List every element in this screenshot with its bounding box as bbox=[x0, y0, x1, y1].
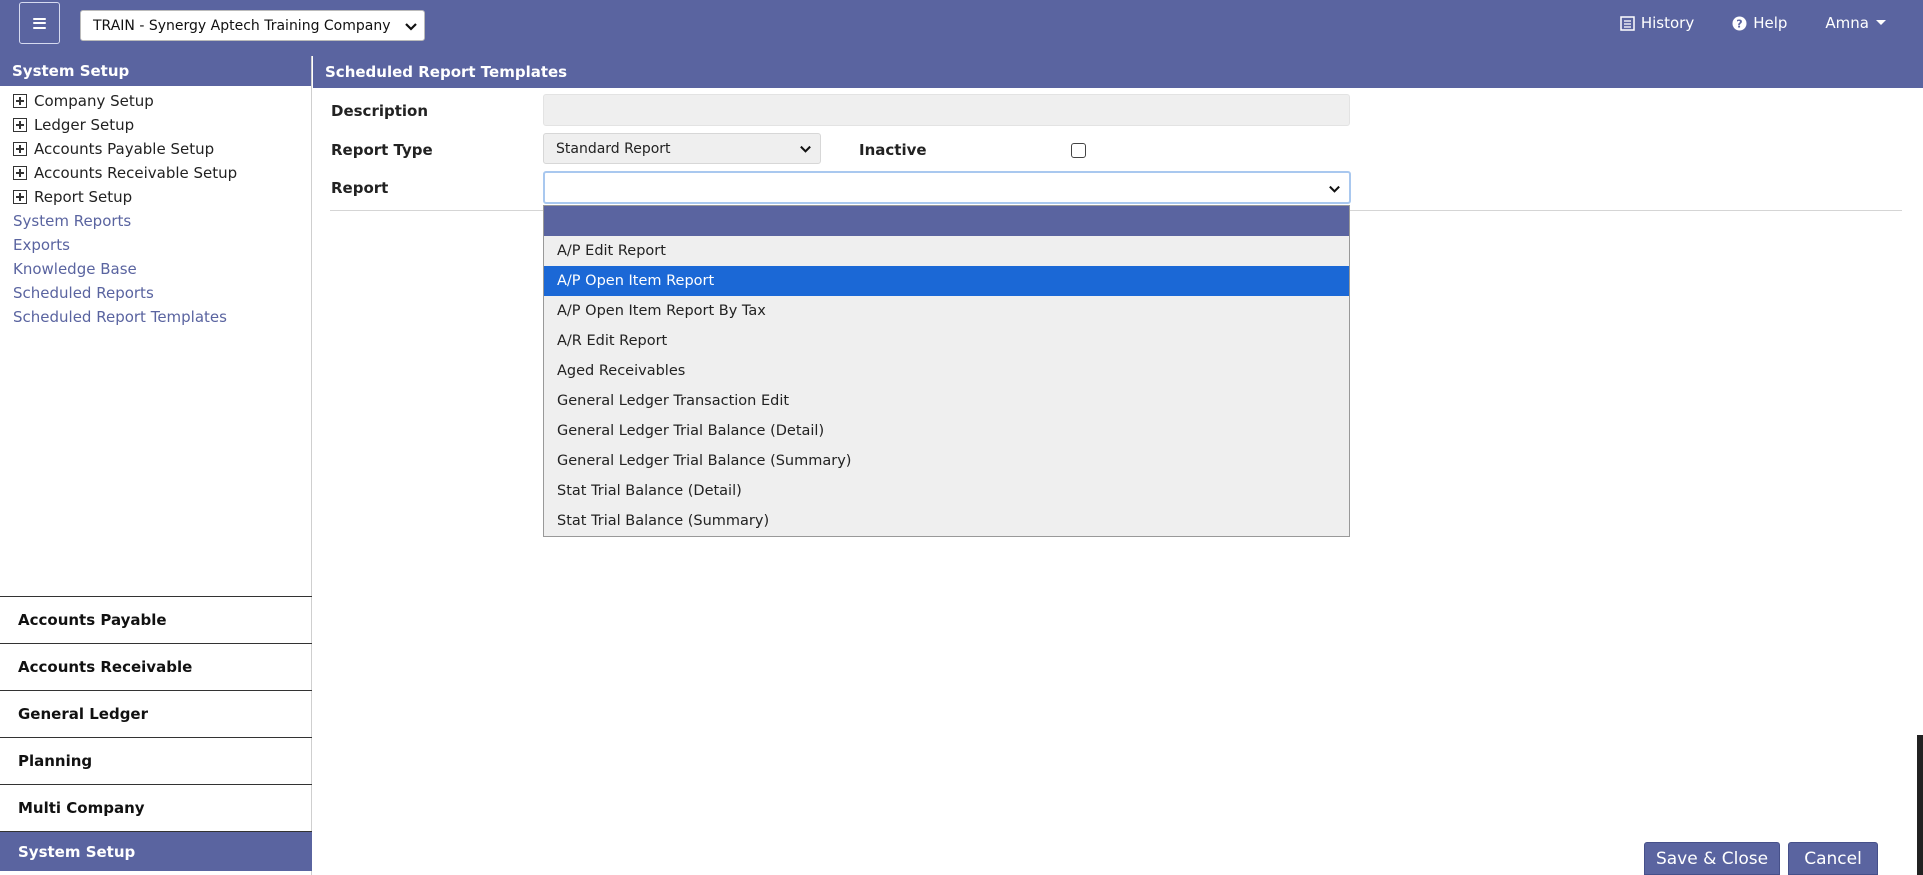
sidebar-link-scheduled-reports[interactable]: Scheduled Reports bbox=[0, 281, 311, 305]
inactive-checkbox[interactable] bbox=[1071, 143, 1086, 158]
report-label: Report bbox=[331, 179, 389, 197]
report-type-label: Report Type bbox=[331, 141, 433, 159]
module-accounts-payable[interactable]: Accounts Payable bbox=[0, 596, 312, 643]
chevron-down-icon bbox=[405, 23, 417, 31]
tree-item-ledger-setup[interactable]: Ledger Setup bbox=[0, 113, 311, 137]
report-dropdown-list: A/P Edit Report A/P Open Item Report A/P… bbox=[543, 205, 1350, 537]
dropdown-option[interactable]: General Ledger Trial Balance (Summary) bbox=[544, 446, 1349, 476]
tree-item-label: Company Setup bbox=[34, 92, 154, 110]
caret-down-icon bbox=[1876, 20, 1886, 25]
dropdown-empty-option[interactable] bbox=[544, 206, 1349, 236]
svg-text:?: ? bbox=[1737, 17, 1743, 30]
sidebar-title: System Setup bbox=[0, 56, 311, 86]
report-select[interactable] bbox=[543, 171, 1351, 204]
module-planning[interactable]: Planning bbox=[0, 737, 312, 784]
report-type-value: Standard Report bbox=[556, 140, 671, 157]
cancel-button[interactable]: Cancel bbox=[1788, 842, 1878, 875]
tree-item-accounts-receivable-setup[interactable]: Accounts Receivable Setup bbox=[0, 161, 311, 185]
tree-item-accounts-payable-setup[interactable]: Accounts Payable Setup bbox=[0, 137, 311, 161]
module-multi-company[interactable]: Multi Company bbox=[0, 784, 312, 831]
module-system-setup[interactable]: System Setup bbox=[0, 831, 312, 871]
expand-icon[interactable] bbox=[13, 94, 27, 108]
sidebar-link-knowledge-base[interactable]: Knowledge Base bbox=[0, 257, 311, 281]
sidebar-link-system-reports[interactable]: System Reports bbox=[0, 209, 311, 233]
user-name: Amna bbox=[1825, 14, 1869, 32]
help-label: Help bbox=[1753, 14, 1788, 32]
hamburger-menu-button[interactable] bbox=[19, 2, 60, 44]
company-select[interactable]: TRAIN - Synergy Aptech Training Company bbox=[80, 10, 425, 41]
top-links: History ? Help Amna bbox=[1620, 14, 1887, 32]
expand-icon[interactable] bbox=[13, 118, 27, 132]
help-icon: ? bbox=[1732, 16, 1747, 30]
tree-item-company-setup[interactable]: Company Setup bbox=[0, 89, 311, 113]
hamburger-icon bbox=[33, 17, 46, 29]
history-label: History bbox=[1640, 14, 1695, 32]
chevron-down-icon bbox=[1329, 185, 1340, 193]
description-label: Description bbox=[331, 102, 429, 120]
module-nav: Accounts Payable Accounts Receivable Gen… bbox=[0, 596, 312, 871]
top-bar: TRAIN - Synergy Aptech Training Company … bbox=[0, 0, 1923, 56]
dropdown-option[interactable]: A/P Open Item Report By Tax bbox=[544, 296, 1349, 326]
sidebar-tree: Company Setup Ledger Setup Accounts Paya… bbox=[0, 86, 311, 329]
history-link[interactable]: History bbox=[1620, 14, 1694, 32]
sidebar: System Setup Company Setup Ledger Setup … bbox=[0, 56, 312, 875]
tree-item-label: Report Setup bbox=[34, 188, 133, 206]
expand-icon[interactable] bbox=[13, 142, 27, 156]
dropdown-option[interactable]: Stat Trial Balance (Summary) bbox=[544, 506, 1349, 536]
dropdown-option[interactable]: General Ledger Transaction Edit bbox=[544, 386, 1349, 416]
sidebar-link-exports[interactable]: Exports bbox=[0, 233, 311, 257]
dropdown-option[interactable]: Stat Trial Balance (Detail) bbox=[544, 476, 1349, 506]
dropdown-option[interactable]: General Ledger Trial Balance (Detail) bbox=[544, 416, 1349, 446]
scrollbar[interactable] bbox=[1917, 735, 1923, 875]
user-menu[interactable]: Amna bbox=[1825, 14, 1887, 32]
help-link[interactable]: ? Help bbox=[1732, 14, 1787, 32]
chevron-down-icon bbox=[800, 145, 811, 153]
dropdown-option[interactable]: Aged Receivables bbox=[544, 356, 1349, 386]
dropdown-option-highlighted[interactable]: A/P Open Item Report bbox=[544, 266, 1349, 296]
tree-item-label: Accounts Receivable Setup bbox=[34, 164, 238, 182]
sidebar-link-scheduled-report-templates[interactable]: Scheduled Report Templates bbox=[0, 305, 311, 329]
company-select-value: TRAIN - Synergy Aptech Training Company bbox=[93, 17, 391, 34]
dropdown-option[interactable]: A/P Edit Report bbox=[544, 236, 1349, 266]
description-input[interactable] bbox=[543, 94, 1350, 126]
expand-icon[interactable] bbox=[13, 166, 27, 180]
report-type-select[interactable]: Standard Report bbox=[543, 133, 821, 164]
module-accounts-receivable[interactable]: Accounts Receivable bbox=[0, 643, 312, 690]
page-title: Scheduled Report Templates bbox=[313, 56, 1923, 88]
tree-item-report-setup[interactable]: Report Setup bbox=[0, 185, 311, 209]
dropdown-option[interactable]: A/R Edit Report bbox=[544, 326, 1349, 356]
expand-icon[interactable] bbox=[13, 190, 27, 204]
module-general-ledger[interactable]: General Ledger bbox=[0, 690, 312, 737]
inactive-label: Inactive bbox=[859, 141, 927, 159]
tree-item-label: Accounts Payable Setup bbox=[34, 140, 215, 158]
tree-item-label: Ledger Setup bbox=[34, 116, 135, 134]
history-icon bbox=[1620, 15, 1635, 31]
save-close-button[interactable]: Save & Close bbox=[1644, 842, 1780, 875]
